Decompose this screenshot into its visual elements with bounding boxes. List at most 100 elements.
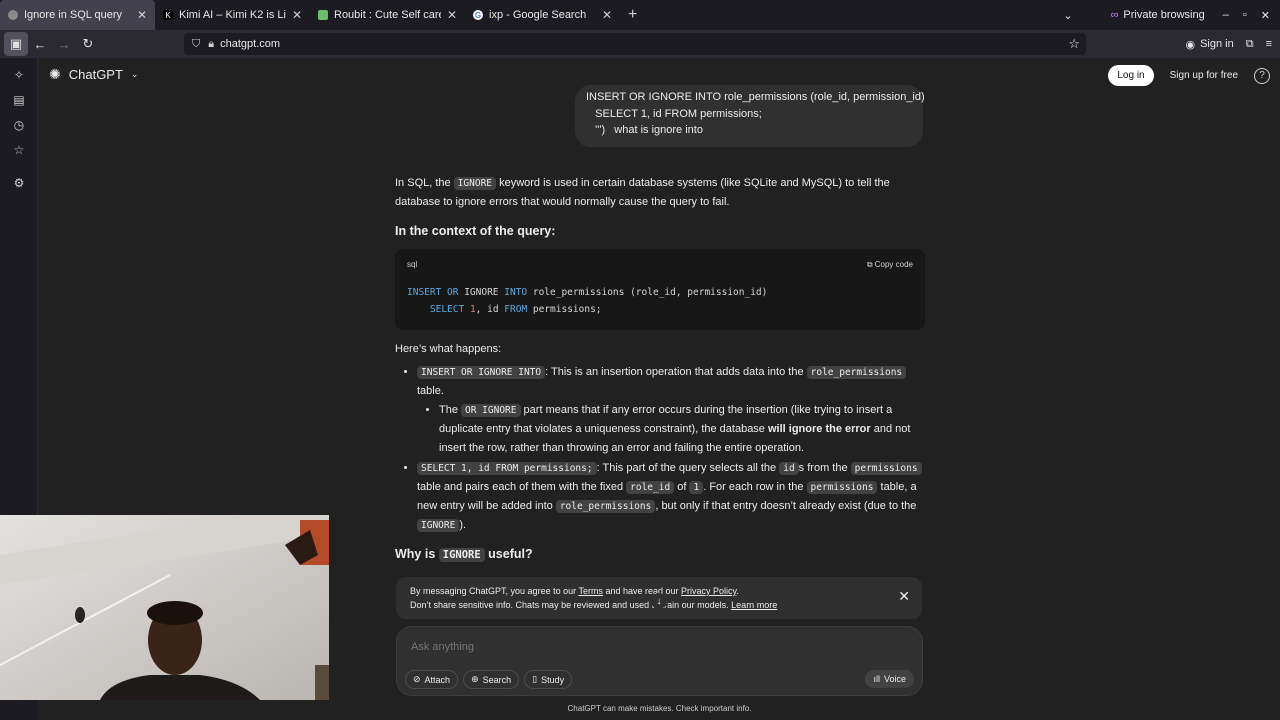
text: In SQL, the [395, 177, 454, 189]
bookmarks-icon[interactable]: ☆ [0, 137, 38, 162]
brand-name: ChatGPT [68, 67, 123, 82]
user-message-line: ''') what is ignore into [586, 124, 703, 136]
nav-right: ◉ Sign in ⧉ ≡ [1185, 32, 1272, 56]
sign-up-button[interactable]: Sign up for free [1162, 65, 1246, 86]
waveform-icon: ıll [873, 674, 880, 684]
help-icon[interactable]: ? [1254, 67, 1270, 84]
bottom-left-corner [0, 700, 38, 720]
kimi-icon: K [163, 10, 173, 20]
learn-more-link[interactable]: Learn more [731, 600, 777, 610]
code-token: role_permissions (role_id, permission_id… [527, 287, 768, 298]
tab-roubit[interactable]: Roubit : Cute Self care Ap ✕ [310, 0, 465, 30]
maximize-icon[interactable]: ▫ [1243, 9, 1247, 21]
answer-intro: In SQL, the IGNORE keyword is used in ce… [395, 174, 925, 212]
text: Why is [395, 547, 439, 561]
tab-ignore-in-sql[interactable]: Ignore in SQL query ✕ [0, 0, 155, 30]
browser-tab-bar: Ignore in SQL query ✕ K Kimi AI – Kimi K… [0, 0, 1280, 30]
lock-icon: 🔒︎ [208, 37, 215, 50]
user-message: INSERT OR IGNORE INTO role_permissions (… [575, 85, 925, 147]
code-language-label: sql [407, 260, 418, 269]
privacy-policy-link[interactable]: Privacy Policy [681, 586, 736, 596]
tabbar-right: ⌄ ∞ Private browsing – ▫ ✕ [1063, 0, 1280, 30]
history-icon[interactable]: ◷ [0, 112, 38, 137]
log-in-button[interactable]: Log in [1108, 65, 1154, 86]
tracking-protection-icon[interactable]: ⛉ [192, 38, 200, 51]
globe-icon: ⊕ [471, 674, 479, 684]
code-token: INSERT OR [407, 287, 465, 298]
text: : This part of the query selects all the [596, 462, 780, 474]
synced-tabs-icon[interactable]: ▤ [0, 87, 38, 112]
bookmark-star-icon[interactable]: ☆ [1068, 36, 1080, 52]
voice-button[interactable]: ıll Voice [865, 670, 914, 688]
chatgpt-icon [8, 10, 18, 20]
sign-in-button[interactable]: ◉ Sign in [1185, 38, 1233, 51]
webcam-overlay [0, 515, 329, 700]
scroll-down-icon[interactable]: ↓ [651, 593, 667, 609]
close-tab-icon[interactable]: ✕ [292, 8, 302, 22]
tab-google[interactable]: G ixp - Google Search ✕ [465, 0, 620, 30]
menu-icon[interactable]: ≡ [1266, 38, 1272, 50]
close-window-icon[interactable]: ✕ [1261, 9, 1270, 22]
assistant-message: In SQL, the IGNORE keyword is used in ce… [395, 174, 925, 573]
tab-kimi[interactable]: K Kimi AI – Kimi K2 is Live ✕ [155, 0, 310, 30]
close-icon[interactable]: ✕ [898, 589, 910, 603]
ai-chatbot-icon[interactable]: ✧ [0, 62, 38, 87]
model-selector[interactable]: ✺ ChatGPT ⌄ [49, 66, 138, 83]
tab-title: Ignore in SQL query [24, 9, 123, 21]
url-text: chatgpt.com [220, 38, 281, 50]
minimize-icon[interactable]: – [1223, 9, 1229, 21]
terms-link[interactable]: Terms [578, 586, 603, 596]
section-heading-why: Why is IGNORE useful? [395, 545, 925, 565]
close-tab-icon[interactable]: ✕ [602, 8, 612, 22]
list-tabs-icon[interactable]: ⌄ [1063, 9, 1072, 22]
text: . For each row in the [703, 481, 807, 493]
google-icon: G [473, 10, 483, 20]
customize-sidebar-icon[interactable]: ⚙ [0, 170, 38, 195]
extensions-icon[interactable]: ⧉ [1246, 38, 1254, 51]
url-bar[interactable]: ⛉ 🔒︎ chatgpt.com ☆ [184, 33, 1086, 55]
close-tab-icon[interactable]: ✕ [447, 8, 457, 22]
section-heading-context: In the context of the query: [395, 224, 556, 238]
code-token: INTO [504, 287, 528, 298]
copy-code-button[interactable]: ⧉ Copy code [867, 255, 913, 274]
attach-button[interactable]: ⊘ Attach [405, 670, 459, 689]
text: , but only if that entry doesn’t already… [655, 500, 917, 512]
text: The [439, 404, 462, 416]
new-tab-button[interactable]: + [628, 6, 637, 24]
inline-code: role_permissions [555, 500, 656, 513]
sidebar-toggle-icon[interactable]: ▣ [4, 32, 28, 56]
code-block-header: sql ⧉ Copy code [407, 255, 913, 274]
code-content: INSERT OR IGNORE INTO role_permissions (… [407, 284, 913, 318]
reload-icon[interactable]: ↻ [76, 32, 100, 56]
inline-code: IGNORE [438, 548, 485, 562]
prompt-input[interactable] [411, 641, 891, 653]
text: and have read our [602, 586, 681, 596]
account-icon: ◉ [1185, 38, 1196, 51]
inline-code: 1 [689, 481, 704, 494]
search-button[interactable]: ⊕ Search [463, 670, 520, 689]
inline-code: INSERT OR IGNORE INTO [417, 366, 546, 379]
user-message-line: SELECT 1, id FROM permissions; [586, 107, 762, 120]
list-item: The OR IGNORE part means that if any err… [439, 401, 925, 458]
study-label: Study [541, 674, 565, 685]
explanation-list: INSERT OR IGNORE INTO: This is an insert… [395, 363, 925, 535]
text: of [674, 481, 690, 493]
paperclip-icon: ⊘ [413, 674, 421, 684]
text: Don’t share sensitive info. Chats may be… [410, 600, 732, 610]
nested-list: The OR IGNORE part means that if any err… [417, 401, 925, 458]
study-button[interactable]: ▯ Study [524, 670, 573, 689]
inline-code: OR IGNORE [461, 404, 521, 417]
text: . [736, 586, 739, 596]
text: table. [417, 385, 444, 397]
tab-title: ixp - Google Search [489, 9, 587, 21]
list-item: SELECT 1, id FROM permissions;: This par… [417, 459, 925, 535]
inline-code: role_permissions [806, 366, 907, 379]
back-icon[interactable]: ← [28, 32, 52, 56]
forward-icon[interactable]: → [52, 32, 76, 56]
close-tab-icon[interactable]: ✕ [137, 8, 147, 22]
composer-tools: ⊘ Attach ⊕ Search ▯ Study [405, 670, 573, 689]
code-block: sql ⧉ Copy code INSERT OR IGNORE INTO ro… [395, 249, 925, 330]
message-composer: ⊘Attach ⊕Search ▯Study ıllVoice [396, 626, 923, 696]
search-label: Search [482, 674, 512, 685]
